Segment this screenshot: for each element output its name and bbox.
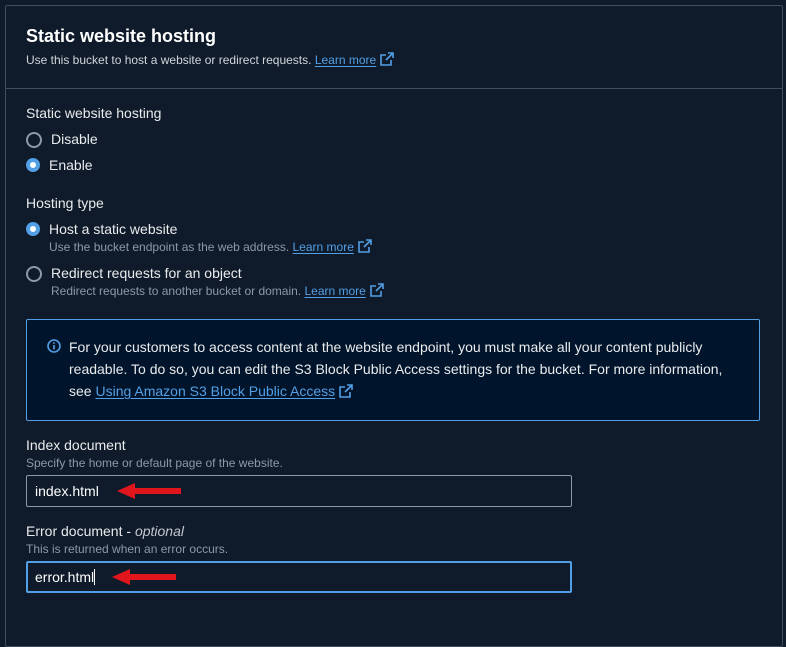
- radio-enable[interactable]: Enable: [26, 155, 762, 175]
- radio-label-redirect: Redirect requests for an object: [51, 265, 242, 281]
- external-link-icon: [370, 283, 384, 301]
- error-document-label: Error document - optional: [26, 523, 184, 539]
- radio-desc-host-static: Use the bucket endpoint as the web addre…: [49, 239, 372, 257]
- panel-body: Static website hosting Disable Enable Ho…: [6, 89, 782, 593]
- radio-desc-redirect: Redirect requests to another bucket or d…: [51, 283, 384, 301]
- index-document-field: Index document Specify the home or defau…: [26, 435, 762, 507]
- error-document-input[interactable]: error.html: [26, 561, 572, 593]
- error-document-field: Error document - optional This is return…: [26, 521, 762, 593]
- static-website-hosting-panel: Static website hosting Use this bucket t…: [5, 5, 783, 647]
- error-document-value: error.html: [35, 569, 95, 585]
- index-document-value: index.html: [35, 483, 99, 499]
- radio-button-redirect[interactable]: [26, 266, 42, 282]
- annotation-arrow-icon: [112, 569, 176, 585]
- optional-tag: optional: [134, 523, 184, 539]
- radio-button-host-static[interactable]: [26, 222, 40, 236]
- radio-host-static[interactable]: Host a static website Use the bucket end…: [26, 219, 762, 257]
- info-icon: [47, 339, 61, 420]
- info-alert: For your customers to access content at …: [26, 319, 760, 421]
- external-link-icon: [339, 382, 353, 404]
- radio-label-enable: Enable: [49, 157, 93, 173]
- learn-more-link[interactable]: Learn more: [315, 53, 376, 67]
- radio-label-host-static: Host a static website: [49, 221, 178, 237]
- index-document-input[interactable]: index.html: [26, 475, 572, 507]
- panel-description-text: Use this bucket to host a website or red…: [26, 53, 312, 67]
- alert-text: For your customers to access content at …: [69, 336, 739, 420]
- radio-button-disable[interactable]: [26, 132, 42, 148]
- annotation-arrow-icon: [117, 483, 181, 499]
- learn-more-link-host-static[interactable]: Learn more: [293, 240, 354, 254]
- text-caret: [94, 569, 96, 585]
- panel-title: Static website hosting: [26, 26, 217, 46]
- redirect-description: Redirect requests to another bucket or d…: [51, 284, 302, 298]
- radio-disable[interactable]: Disable: [26, 129, 762, 149]
- index-document-hint: Specify the home or default page of the …: [26, 456, 283, 470]
- external-link-icon: [380, 52, 394, 70]
- host-static-description: Use the bucket endpoint as the web addre…: [49, 240, 290, 254]
- hosting-type-radio-group: Hosting type Host a static website Use t…: [26, 193, 762, 301]
- hosting-type-label: Hosting type: [26, 195, 104, 211]
- radio-button-enable[interactable]: [26, 158, 40, 172]
- external-link-icon: [358, 239, 372, 257]
- radio-label-disable: Disable: [51, 131, 98, 147]
- error-document-hint: This is returned when an error occurs.: [26, 542, 229, 556]
- learn-more-link-redirect[interactable]: Learn more: [304, 284, 365, 298]
- error-document-label-text: Error document: [26, 523, 123, 539]
- hosting-label: Static website hosting: [26, 105, 162, 121]
- block-public-access-link[interactable]: Using Amazon S3 Block Public Access: [95, 383, 335, 399]
- radio-redirect[interactable]: Redirect requests for an object Redirect…: [26, 263, 762, 301]
- hosting-radio-group: Static website hosting Disable Enable: [26, 103, 762, 175]
- index-document-label: Index document: [26, 437, 126, 453]
- panel-description: Use this bucket to host a website or red…: [26, 52, 762, 70]
- panel-header: Static website hosting Use this bucket t…: [6, 6, 782, 89]
